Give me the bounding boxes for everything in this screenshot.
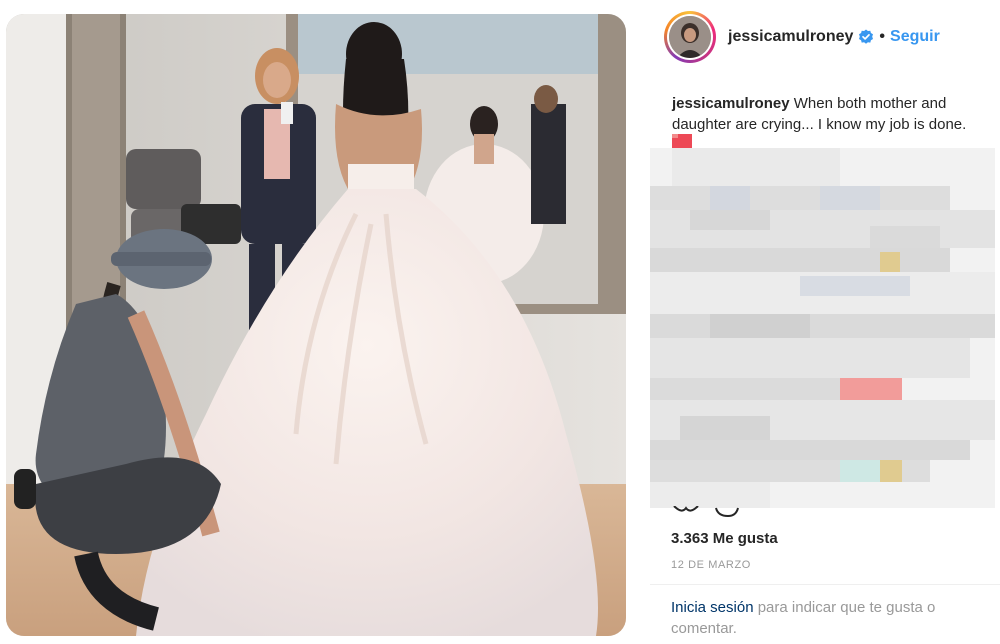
login-prompt: Inicia sesión para indicar que te gusta …: [671, 597, 991, 639]
login-link[interactable]: Inicia sesión: [671, 599, 754, 616]
heart-outline-icon: [673, 506, 699, 512]
post-photo[interactable]: [6, 14, 626, 636]
post-date: 12 DE MARZO: [671, 559, 751, 571]
follow-button[interactable]: Seguir: [890, 28, 940, 46]
post-header: jessicamulroney • Seguir: [664, 11, 994, 63]
separator-dot: •: [879, 28, 886, 45]
username-link[interactable]: jessicamulroney: [728, 28, 853, 46]
pixelated-comments-area: [650, 148, 995, 508]
verified-badge-icon: [859, 29, 874, 44]
comment-bubble-icon: [715, 507, 739, 518]
post-caption: jessicamulroney When both mother and dau…: [672, 93, 990, 135]
bridal-fitting-photo: [6, 14, 626, 636]
divider: [650, 584, 1000, 585]
likes-count[interactable]: 3.363 Me gusta: [671, 530, 778, 547]
action-icons: [670, 506, 750, 522]
avatar[interactable]: [664, 11, 716, 63]
avatar-image: [669, 16, 711, 58]
caption-username-link[interactable]: jessicamulroney: [672, 95, 790, 112]
red-heart-emoji-icon: [672, 134, 692, 148]
pixelated-mosaic: [650, 148, 995, 508]
